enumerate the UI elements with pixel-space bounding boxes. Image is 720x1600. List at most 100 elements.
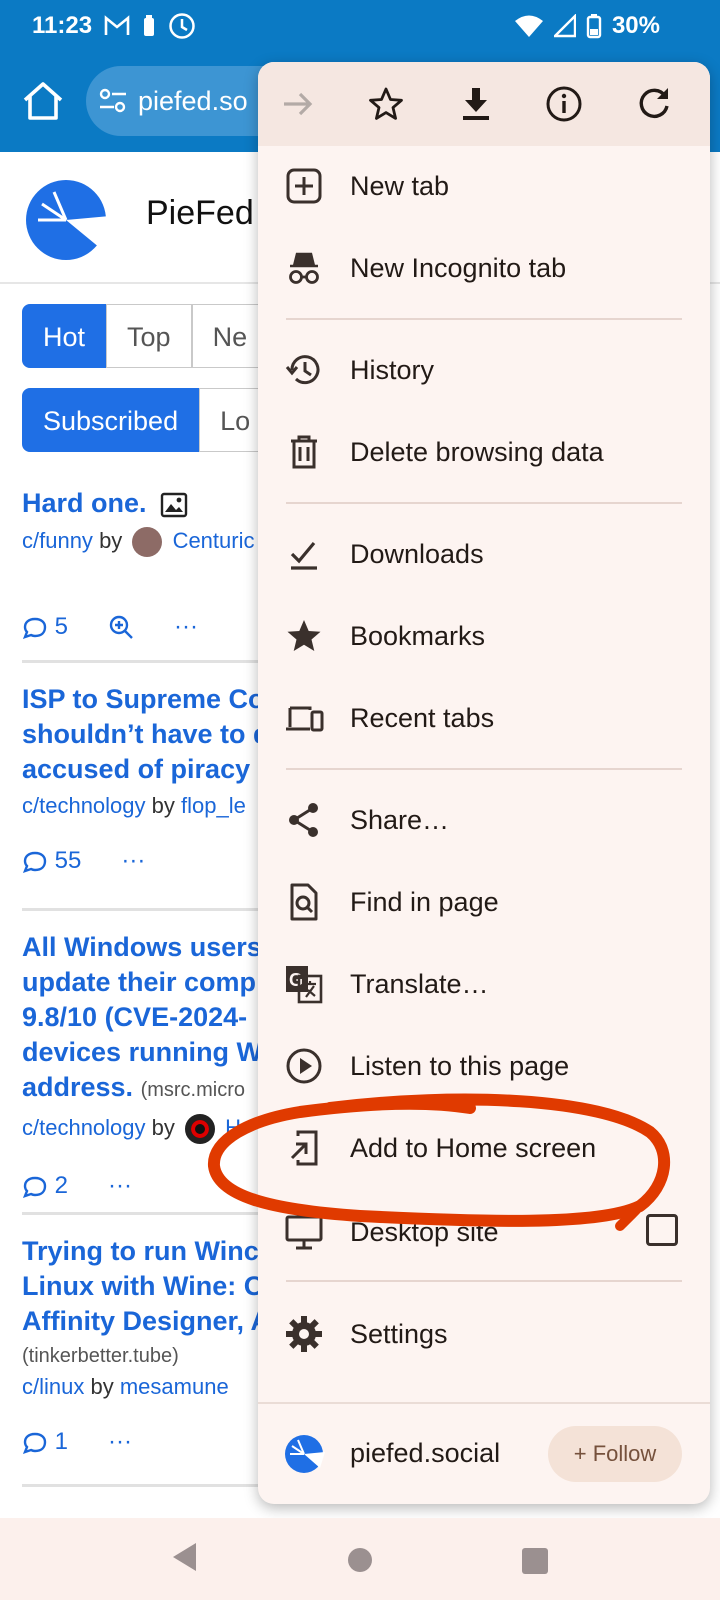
menu-item-label: Find in page: [350, 887, 499, 917]
incognito-icon: [289, 252, 319, 284]
tab-new[interactable]: Ne: [191, 304, 269, 368]
community-link[interactable]: c/technology: [22, 793, 146, 818]
site-title[interactable]: PieFed: [146, 194, 254, 233]
new-tab-icon: [286, 168, 322, 204]
info-icon[interactable]: [542, 82, 586, 126]
plus-icon: +: [573, 1441, 587, 1466]
history-icon: [285, 355, 320, 385]
battery-icon: [586, 14, 602, 39]
menu-item-settings[interactable]: Settings: [258, 1294, 710, 1374]
clock-icon: [169, 13, 195, 39]
home-icon[interactable]: [20, 78, 66, 124]
browser-overflow-menu: New tab New Incognito tab History Delete…: [258, 62, 710, 1504]
comment-icon: [22, 1432, 47, 1454]
comment-icon: [22, 851, 47, 873]
more-options-icon[interactable]: ···: [174, 613, 198, 641]
more-options-icon[interactable]: ···: [108, 1172, 132, 1200]
post-title[interactable]: All Windows users update their comp 9.8/…: [22, 930, 282, 1108]
play-circle-icon: [286, 1048, 322, 1084]
refresh-icon[interactable]: [632, 82, 676, 126]
post-item: All Windows users update their comp 9.8/…: [22, 930, 282, 1200]
user-link[interactable]: H: [225, 1115, 241, 1140]
post-domain: (tinkerbetter.tube): [22, 1345, 179, 1367]
comment-count: 5: [54, 613, 69, 640]
post-title[interactable]: Trying to run Winc Linux with Wine: O Af…: [22, 1234, 282, 1339]
menu-item-label: New Incognito tab: [350, 253, 567, 283]
comments-button[interactable]: 2: [22, 1172, 68, 1200]
settings-icon: [286, 1316, 322, 1352]
url-text: piefed.so: [138, 86, 248, 116]
post-item: ISP to Supreme Co shouldn’t have to d ac…: [22, 682, 282, 875]
more-options-icon[interactable]: ···: [108, 1428, 132, 1456]
menu-item-bookmarks[interactable]: Bookmarks: [258, 596, 710, 676]
back-icon[interactable]: [170, 1540, 200, 1574]
follow-button[interactable]: + Follow: [548, 1426, 682, 1482]
wifi-icon: [514, 15, 543, 37]
home-nav-icon[interactable]: [348, 1548, 372, 1572]
menu-item-delete-browsing-data[interactable]: Delete browsing data: [258, 412, 710, 492]
menu-item-desktop-site[interactable]: Desktop site: [258, 1192, 710, 1272]
divider: [22, 908, 282, 911]
menu-item-recent-tabs[interactable]: Recent tabs: [258, 678, 710, 758]
forward-icon[interactable]: [276, 82, 320, 126]
menu-item-label: Listen to this page: [350, 1051, 570, 1081]
post-actions: 55 ···: [22, 847, 282, 875]
avatar: [185, 1114, 216, 1144]
menu-item-add-to-home-screen[interactable]: Add to Home screen: [258, 1108, 710, 1188]
filter-tabs: Subscribed Lo: [22, 388, 272, 452]
divider: [22, 1484, 282, 1487]
status-icons-left: [104, 12, 196, 40]
community-link[interactable]: c/technology: [22, 1115, 146, 1140]
user-link[interactable]: mesamune: [120, 1374, 229, 1399]
menu-item-label: New tab: [350, 171, 450, 201]
bookmark-star-icon[interactable]: [364, 82, 408, 126]
status-icons-right: 30%: [514, 12, 660, 40]
menu-divider: [286, 1280, 682, 1282]
menu-item-new-incognito-tab[interactable]: New Incognito tab: [258, 228, 710, 308]
menu-item-listen-to-this-page[interactable]: Listen to this page: [258, 1026, 710, 1106]
post-title[interactable]: ISP to Supreme Co shouldn’t have to d ac…: [22, 682, 282, 787]
piefed-logo-icon: [285, 1435, 325, 1473]
piefed-logo-icon[interactable]: [24, 180, 112, 260]
more-options-icon[interactable]: ···: [121, 847, 145, 875]
user-link[interactable]: flop_le: [181, 793, 246, 818]
footer-site-name: piefed.social: [350, 1438, 501, 1468]
comments-button[interactable]: 1: [22, 1428, 68, 1456]
desktop-icon: [285, 1215, 323, 1250]
by-label: by: [151, 1114, 175, 1140]
menu-item-downloads[interactable]: Downloads: [258, 514, 710, 594]
menu-item-translate[interactable]: G Translate…: [258, 944, 710, 1024]
menu-item-share[interactable]: Share…: [258, 780, 710, 860]
image-icon: [160, 492, 188, 518]
post-title[interactable]: Hard one.: [22, 486, 282, 521]
gmail-icon: [104, 15, 130, 35]
menu-item-find-in-page[interactable]: Find in page: [258, 862, 710, 942]
tab-top[interactable]: Top: [106, 304, 192, 368]
status-time: 11:23: [32, 12, 93, 39]
comment-count: 2: [54, 1172, 69, 1199]
menu-toolbar: [258, 62, 710, 146]
menu-item-label: History: [350, 355, 435, 385]
tab-subscribed[interactable]: Subscribed: [22, 388, 200, 452]
post-meta: c/funny by Centuric: [22, 527, 282, 557]
divider: [22, 660, 282, 663]
comment-icon: [22, 617, 47, 639]
comments-button[interactable]: 5: [22, 613, 68, 641]
comments-button[interactable]: 55: [22, 847, 81, 875]
site-settings-icon[interactable]: [98, 87, 128, 115]
desktop-site-checkbox[interactable]: [646, 1214, 678, 1246]
community-link[interactable]: c/funny: [22, 528, 93, 553]
comment-icon: [22, 1176, 47, 1198]
menu-item-history[interactable]: History: [258, 330, 710, 410]
user-link[interactable]: Centuric: [173, 528, 255, 553]
recent-apps-icon[interactable]: [522, 1548, 548, 1574]
tab-hot[interactable]: Hot: [22, 304, 107, 368]
comment-count: 1: [54, 1428, 69, 1455]
download-icon[interactable]: [454, 82, 498, 126]
devices-icon: [286, 706, 324, 732]
zoom-in-icon[interactable]: [108, 614, 134, 640]
menu-item-label: Settings: [350, 1319, 448, 1349]
by-label: by: [99, 527, 123, 553]
menu-item-new-tab[interactable]: New tab: [258, 146, 710, 226]
community-link[interactable]: c/linux: [22, 1374, 84, 1399]
